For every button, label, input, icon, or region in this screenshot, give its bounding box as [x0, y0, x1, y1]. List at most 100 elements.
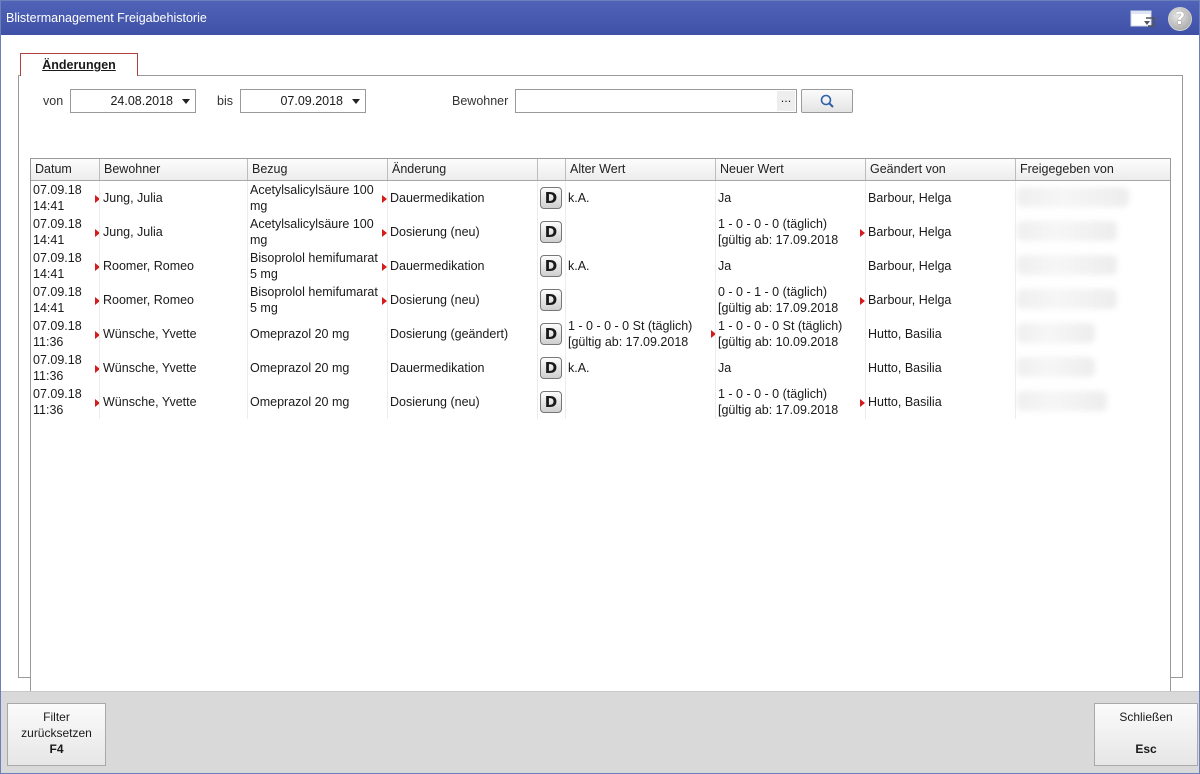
- change-cell: Dauermedikation: [382, 181, 538, 215]
- change-cell: Dosierung (neu): [382, 283, 538, 317]
- col-header-detail[interactable]: [538, 159, 566, 180]
- reference-cell: Acetylsalicylsäure 100 mg: [250, 215, 390, 249]
- time-text: 11:36: [33, 335, 64, 349]
- window-title: Blistermanagement Freigabehistorie: [6, 11, 207, 25]
- old-value-cell: 1 - 0 - 0 - 0 St (täglich) [gültig ab: 17…: [568, 317, 716, 351]
- date-cell: 07.09.18 11:36: [33, 317, 99, 351]
- col-header-old-value[interactable]: Alter Wert: [566, 159, 716, 180]
- column-separator: [387, 317, 388, 351]
- change-text: Dosierung (geändert): [390, 327, 509, 341]
- detail-button[interactable]: D: [540, 391, 562, 413]
- table-row[interactable]: 07.09.18 14:41 Jung, Julia Acetylsalicylsäu…: [31, 181, 1170, 215]
- reset-filter-button[interactable]: Filter zurücksetzen F4: [7, 703, 106, 766]
- resident-name: Jung, Julia: [103, 191, 163, 205]
- detail-button[interactable]: D: [540, 289, 562, 311]
- to-date-combo[interactable]: 07.09.2018: [240, 89, 366, 113]
- detail-button[interactable]: D: [540, 357, 562, 379]
- change-cell: Dauermedikation: [390, 351, 546, 385]
- reference-line-1: Acetylsalicylsäure 100: [250, 183, 374, 197]
- date-cell: 07.09.18 14:41: [33, 283, 99, 317]
- detail-button[interactable]: D: [540, 323, 562, 345]
- column-separator: [1015, 249, 1016, 283]
- date-cell: 07.09.18 11:36: [33, 385, 99, 419]
- table-row[interactable]: 07.09.18 14:41 Roomer, Romeo Bisoprolol hem…: [31, 283, 1170, 317]
- old-value-line-1: k.A.: [568, 361, 590, 375]
- footer-bar: Filter zurücksetzen F4 Schließen Esc: [1, 691, 1199, 773]
- reference-cell: Omeprazol 20 mg: [250, 317, 390, 351]
- resident-input[interactable]: [515, 89, 797, 113]
- column-separator: [387, 385, 388, 419]
- column-separator: [1015, 385, 1016, 419]
- detail-button[interactable]: D: [540, 187, 562, 209]
- approved-by-redacted: [1017, 391, 1107, 411]
- column-separator: [1015, 215, 1016, 249]
- reference-line-1: Omeprazol 20 mg: [250, 361, 350, 375]
- table-row[interactable]: 07.09.18 14:41 Jung, Julia Acetylsalicylsäu…: [31, 215, 1170, 249]
- resident-cell: Wünsche, Yvette: [95, 385, 245, 419]
- tab-aenderungen[interactable]: Änderungen: [20, 53, 138, 76]
- from-date-combo[interactable]: 24.08.2018: [70, 89, 196, 113]
- changed-by-name: Hutto, Basilia: [868, 327, 942, 341]
- detail-button[interactable]: D: [540, 255, 562, 277]
- time-text: 14:41: [33, 267, 65, 281]
- chevron-down-icon[interactable]: [182, 99, 190, 104]
- col-header-new-value[interactable]: Neuer Wert: [716, 159, 866, 180]
- column-separator: [565, 317, 566, 351]
- magnifier-icon: [820, 94, 834, 108]
- reference-line-2: mg: [250, 233, 268, 247]
- table-row[interactable]: 07.09.18 11:36 Wünsche, Yvette Omeprazol 20…: [31, 317, 1170, 351]
- col-header-reference[interactable]: Bezug: [248, 159, 388, 180]
- new-value-cell: 0 - 0 - 1 - 0 (täglich) [gültig ab: 17.09…: [718, 283, 866, 317]
- column-separator: [247, 249, 248, 283]
- date-cell: 07.09.18 11:36: [33, 351, 99, 385]
- change-cell: Dosierung (neu): [390, 385, 546, 419]
- old-value-line-1: 1 - 0 - 0 - 0 St (täglich): [568, 319, 693, 333]
- column-separator: [865, 317, 866, 351]
- changed-by-name: Barbour, Helga: [868, 259, 952, 273]
- time-text: 11:36: [33, 403, 64, 417]
- table-row[interactable]: 07.09.18 11:36 Wünsche, Yvette Omeprazol 20…: [31, 385, 1170, 419]
- close-label: Schließen: [1119, 710, 1173, 724]
- date-text: 07.09.18: [33, 387, 82, 401]
- reference-line-1: Acetylsalicylsäure 100: [250, 217, 374, 231]
- new-value-line-1: Ja: [718, 259, 732, 273]
- new-value-line-1: 1 - 0 - 0 - 0 (täglich): [718, 217, 828, 231]
- app-window: Blistermanagement Freigabehistorie ? Änd…: [0, 0, 1200, 774]
- new-value-line-1: 1 - 0 - 0 - 0 St (täglich): [718, 319, 843, 333]
- old-value-cell: [568, 215, 716, 249]
- change-cell: Dosierung (neu): [382, 215, 538, 249]
- new-value-line-1: 0 - 0 - 1 - 0 (täglich): [718, 285, 828, 299]
- browse-button[interactable]: ...: [777, 91, 795, 111]
- reference-cell: Bisoprolol hemifumarat 5 mg: [250, 283, 390, 317]
- changed-by-name: Barbour, Helga: [868, 293, 952, 307]
- window-switch-icon[interactable]: [1130, 9, 1156, 29]
- old-value-cell: k.A.: [568, 181, 716, 215]
- new-value-cell: Ja: [718, 249, 866, 283]
- column-separator: [247, 181, 248, 215]
- col-header-changed-by[interactable]: Geändert von: [866, 159, 1016, 180]
- table-row[interactable]: 07.09.18 14:41 Roomer, Romeo Bisoprolol hem…: [31, 249, 1170, 283]
- col-header-change[interactable]: Änderung: [388, 159, 538, 180]
- chevron-down-icon[interactable]: [352, 99, 360, 104]
- old-value-line-1: k.A.: [568, 259, 590, 273]
- new-value-line-2: [gültig ab: 17.09.2018: [718, 233, 839, 247]
- col-header-approved-by[interactable]: Freigegeben von: [1016, 159, 1170, 180]
- reference-line-1: Omeprazol 20 mg: [250, 395, 350, 409]
- changed-by-cell: Hutto, Basilia: [860, 385, 1010, 419]
- col-header-resident[interactable]: Bewohner: [100, 159, 248, 180]
- reset-filter-label-1: Filter: [43, 710, 70, 724]
- column-separator: [1015, 181, 1016, 215]
- column-separator: [537, 215, 538, 249]
- approved-by-redacted: [1017, 357, 1095, 377]
- col-header-date[interactable]: Datum: [31, 159, 100, 180]
- search-button[interactable]: [801, 89, 853, 113]
- detail-button[interactable]: D: [540, 221, 562, 243]
- help-icon[interactable]: ?: [1168, 7, 1192, 31]
- close-button[interactable]: Schließen Esc: [1094, 703, 1198, 766]
- new-value-cell: 1 - 0 - 0 - 0 St (täglich) [gültig ab: 10…: [718, 317, 866, 351]
- reference-cell: Omeprazol 20 mg: [250, 351, 390, 385]
- column-separator: [537, 317, 538, 351]
- new-value-cell: 1 - 0 - 0 - 0 (täglich) [gültig ab: 17.09…: [718, 215, 866, 249]
- column-separator: [537, 249, 538, 283]
- table-row[interactable]: 07.09.18 11:36 Wünsche, Yvette Omeprazol 20…: [31, 351, 1170, 385]
